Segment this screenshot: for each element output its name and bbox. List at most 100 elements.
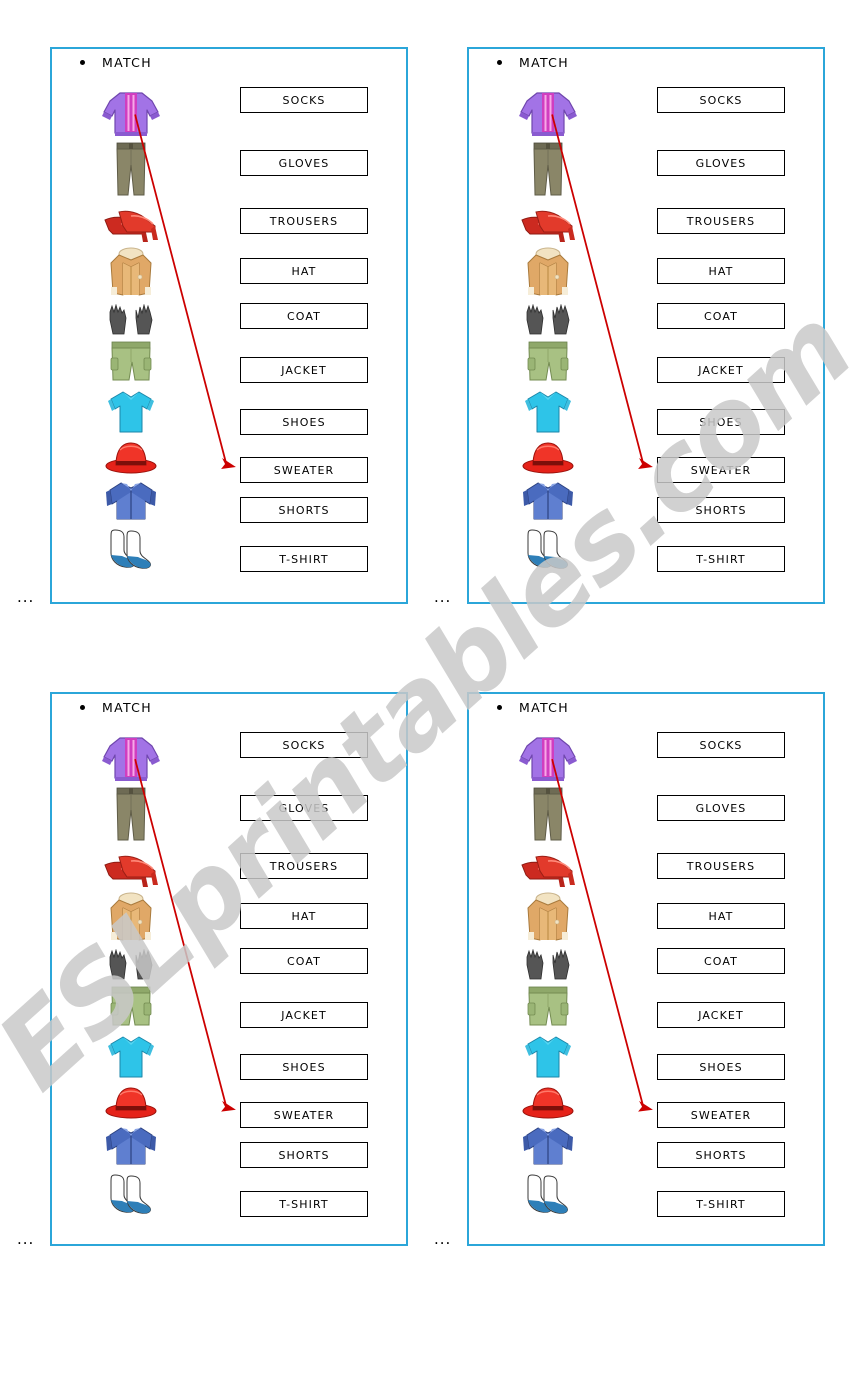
word-box-t-shirt[interactable]: T-SHIRT <box>240 1191 368 1217</box>
word-box-t-shirt[interactable]: T-SHIRT <box>240 546 368 572</box>
word-box-trousers[interactable]: TROUSERS <box>240 853 368 879</box>
gloves-icon[interactable] <box>94 303 168 337</box>
coat-icon[interactable] <box>94 247 168 299</box>
match-heading: MATCH <box>80 55 152 70</box>
word-box-shorts[interactable]: SHORTS <box>657 1142 785 1168</box>
jacket-icon[interactable] <box>94 1124 168 1168</box>
hat-icon[interactable] <box>94 1084 168 1120</box>
word-box-jacket[interactable]: JACKET <box>657 357 785 383</box>
word-box-sweater[interactable]: SWEATER <box>240 457 368 483</box>
word-label: SHORTS <box>278 1148 330 1162</box>
word-label: COAT <box>704 954 738 968</box>
word-box-gloves[interactable]: GLOVES <box>657 795 785 821</box>
word-label: SWEATER <box>690 463 752 477</box>
word-box-trousers[interactable]: TROUSERS <box>657 853 785 879</box>
word-box-gloves[interactable]: GLOVES <box>657 150 785 176</box>
sweater-icon[interactable] <box>94 732 168 784</box>
socks-icon[interactable] <box>511 1172 585 1216</box>
word-box-shoes[interactable]: SHOES <box>240 409 368 435</box>
word-box-shoes[interactable]: SHOES <box>240 1054 368 1080</box>
shoes-icon[interactable] <box>94 203 168 245</box>
word-box-jacket[interactable]: JACKET <box>240 1002 368 1028</box>
shorts-icon[interactable] <box>511 339 585 385</box>
word-box-t-shirt[interactable]: T-SHIRT <box>657 546 785 572</box>
word-box-shorts[interactable]: SHORTS <box>240 497 368 523</box>
gloves-icon[interactable] <box>511 948 585 982</box>
shoes-icon[interactable] <box>94 848 168 890</box>
word-label: SOCKS <box>282 738 326 752</box>
word-box-socks[interactable]: SOCKS <box>240 87 368 113</box>
word-label: HAT <box>291 264 317 278</box>
word-label: HAT <box>708 909 734 923</box>
trousers-icon[interactable] <box>94 786 168 844</box>
coat-icon[interactable] <box>94 892 168 944</box>
tshirt-icon[interactable] <box>94 1034 168 1080</box>
jacket-icon[interactable] <box>94 479 168 523</box>
word-label: SHORTS <box>695 1148 747 1162</box>
word-box-coat[interactable]: COAT <box>240 948 368 974</box>
worksheet-page: ESLprintables.com MATCH SOCKS GLOVES TRO… <box>0 0 850 1400</box>
word-box-coat[interactable]: COAT <box>657 303 785 329</box>
shoes-icon[interactable] <box>511 848 585 890</box>
shorts-icon[interactable] <box>94 984 168 1030</box>
jacket-icon[interactable] <box>511 1124 585 1168</box>
card-inner: MATCH SOCKS GLOVES TROUSERS HAT COAT JAC… <box>52 49 406 602</box>
word-box-socks[interactable]: SOCKS <box>657 732 785 758</box>
word-label: SWEATER <box>273 463 335 477</box>
trousers-icon[interactable] <box>511 786 585 844</box>
word-label: SHORTS <box>695 503 747 517</box>
shoes-icon[interactable] <box>511 203 585 245</box>
word-box-shoes[interactable]: SHOES <box>657 1054 785 1080</box>
gloves-icon[interactable] <box>94 948 168 982</box>
socks-icon[interactable] <box>511 527 585 571</box>
trousers-icon[interactable] <box>511 141 585 199</box>
word-box-socks[interactable]: SOCKS <box>657 87 785 113</box>
tshirt-icon[interactable] <box>94 389 168 435</box>
word-label: GLOVES <box>695 156 747 170</box>
jacket-icon[interactable] <box>511 479 585 523</box>
socks-icon[interactable] <box>94 527 168 571</box>
match-label: MATCH <box>519 700 569 715</box>
sweater-icon[interactable] <box>511 732 585 784</box>
coat-icon[interactable] <box>511 892 585 944</box>
word-box-jacket[interactable]: JACKET <box>657 1002 785 1028</box>
word-box-socks[interactable]: SOCKS <box>240 732 368 758</box>
coat-icon[interactable] <box>511 247 585 299</box>
word-box-trousers[interactable]: TROUSERS <box>657 208 785 234</box>
bullet-dot-icon <box>80 705 85 710</box>
sweater-icon[interactable] <box>94 87 168 139</box>
hat-icon[interactable] <box>511 1084 585 1120</box>
word-box-hat[interactable]: HAT <box>240 903 368 929</box>
word-box-shorts[interactable]: SHORTS <box>657 497 785 523</box>
word-box-shoes[interactable]: SHOES <box>657 409 785 435</box>
word-box-sweater[interactable]: SWEATER <box>657 457 785 483</box>
shorts-icon[interactable] <box>511 984 585 1030</box>
tshirt-icon[interactable] <box>511 1034 585 1080</box>
socks-icon[interactable] <box>94 1172 168 1216</box>
word-label: SHOES <box>699 1060 743 1074</box>
word-box-coat[interactable]: COAT <box>240 303 368 329</box>
word-box-jacket[interactable]: JACKET <box>240 357 368 383</box>
word-box-sweater[interactable]: SWEATER <box>240 1102 368 1128</box>
word-box-hat[interactable]: HAT <box>657 258 785 284</box>
word-box-t-shirt[interactable]: T-SHIRT <box>657 1191 785 1217</box>
word-box-gloves[interactable]: GLOVES <box>240 150 368 176</box>
word-label: COAT <box>287 309 321 323</box>
shorts-icon[interactable] <box>94 339 168 385</box>
trousers-icon[interactable] <box>94 141 168 199</box>
word-box-shorts[interactable]: SHORTS <box>240 1142 368 1168</box>
card-top-left: MATCH SOCKS GLOVES TROUSERS HAT COAT JAC… <box>50 47 408 604</box>
sweater-icon[interactable] <box>511 87 585 139</box>
tshirt-icon[interactable] <box>511 389 585 435</box>
word-box-hat[interactable]: HAT <box>240 258 368 284</box>
word-box-coat[interactable]: COAT <box>657 948 785 974</box>
word-box-hat[interactable]: HAT <box>657 903 785 929</box>
word-label: T-SHIRT <box>696 552 746 566</box>
word-label: HAT <box>708 264 734 278</box>
word-box-gloves[interactable]: GLOVES <box>240 795 368 821</box>
word-box-trousers[interactable]: TROUSERS <box>240 208 368 234</box>
hat-icon[interactable] <box>94 439 168 475</box>
gloves-icon[interactable] <box>511 303 585 337</box>
word-box-sweater[interactable]: SWEATER <box>657 1102 785 1128</box>
hat-icon[interactable] <box>511 439 585 475</box>
